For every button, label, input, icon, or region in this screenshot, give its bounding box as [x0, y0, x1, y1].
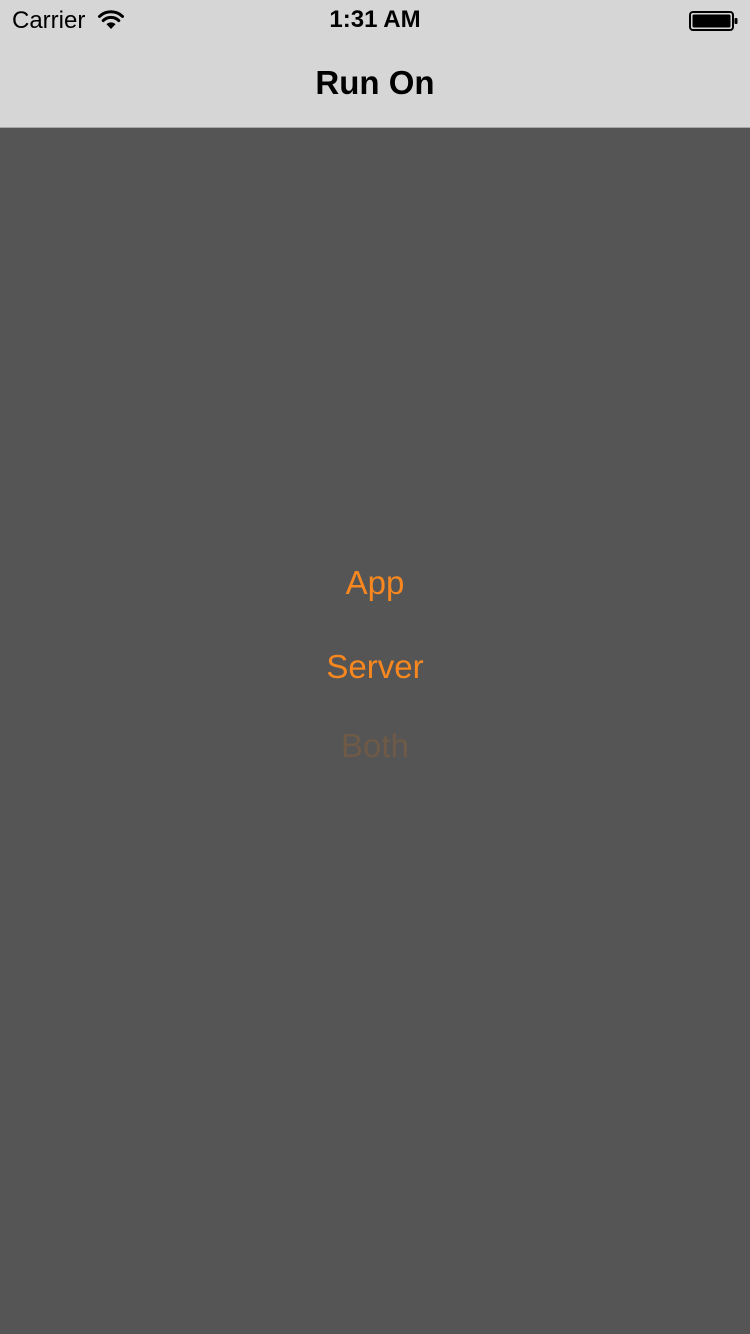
run-on-options: App Server Both [0, 128, 750, 1334]
navigation-bar: Run On [0, 40, 750, 128]
option-app-button[interactable]: App [225, 553, 525, 613]
status-bar: Carrier 1:31 AM [0, 0, 750, 40]
page-title: Run On [315, 64, 435, 101]
option-server-button[interactable]: Server [225, 637, 525, 697]
option-both-button[interactable]: Both [225, 716, 525, 776]
battery-icon [689, 11, 738, 31]
status-time: 1:31 AM [329, 6, 421, 33]
